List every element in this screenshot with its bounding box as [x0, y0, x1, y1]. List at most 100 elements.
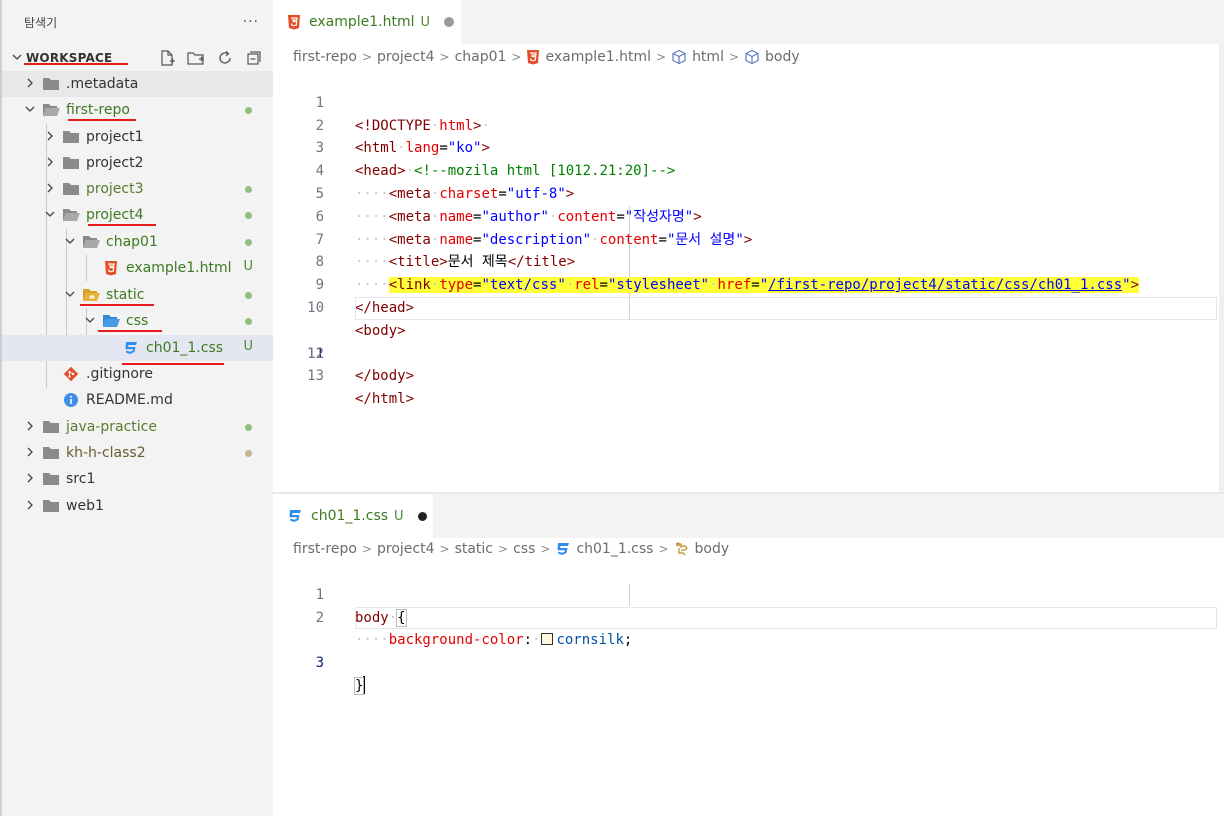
breadcrumb-item[interactable]: chap01	[455, 49, 507, 65]
tree-item-kh-h-class2[interactable]: kh-h-class2	[2, 440, 273, 466]
modified-dot-icon[interactable]	[417, 511, 427, 521]
css-file-icon	[122, 340, 140, 356]
code-line: 9 </head>	[273, 251, 1219, 316]
code-line: 2 ····background-color:· cornsilk;	[273, 584, 1219, 649]
modified-dot-icon[interactable]	[444, 17, 455, 27]
tree-item-label: project1	[86, 129, 144, 145]
breadcrumb-item[interactable]: first-repo	[293, 541, 357, 557]
code-line: 5 ····<meta·name="author"·content="작성자명"…	[273, 160, 1219, 225]
html-file-icon	[526, 49, 540, 65]
explorer-header: 탐색기 ···	[2, 0, 273, 44]
chevron-right-icon: >	[439, 50, 450, 64]
breadcrumb-item[interactable]: html	[692, 49, 724, 65]
annotation-underline	[88, 224, 156, 226]
workspace-header[interactable]: WORKSPACE	[2, 44, 273, 72]
code-line-current: 3 }	[273, 606, 1219, 695]
tree-item-metadata[interactable]: .metadata	[2, 71, 273, 97]
tree-item-src1[interactable]: src1	[2, 466, 273, 492]
chevron-right-icon: >	[728, 50, 740, 64]
tree-item-web1[interactable]: web1	[2, 493, 273, 519]
tree-item-ch01-css[interactable]: ch01_1.css U	[2, 335, 273, 361]
breadcrumb-item[interactable]: body	[765, 49, 800, 65]
git-status-dot	[245, 107, 252, 114]
tree-item-label: ch01_1.css	[146, 340, 224, 356]
folder-icon	[62, 155, 80, 171]
folder-icon	[42, 445, 60, 461]
css-folder-icon	[102, 313, 120, 329]
tree-item-example1-html[interactable]: example1.html U	[2, 255, 273, 281]
chevron-right-icon: >	[656, 50, 667, 64]
breadcrumb-item[interactable]: css	[513, 541, 535, 557]
current-line-highlight	[355, 296, 1217, 320]
breadcrumb-item[interactable]: first-repo	[293, 49, 357, 65]
refresh-icon[interactable]	[214, 48, 236, 68]
annotation-underline	[68, 119, 136, 121]
tab-example1-html[interactable]: example1.html U	[273, 0, 461, 44]
html-file-icon	[287, 14, 301, 30]
chevron-right-icon	[42, 156, 58, 171]
color-swatch[interactable]	[541, 633, 554, 646]
chevron-right-icon	[22, 499, 38, 514]
new-file-icon[interactable]	[156, 48, 178, 68]
more-actions-button[interactable]: ···	[243, 14, 259, 30]
breadcrumb-item[interactable]: body	[695, 541, 730, 557]
tree-item-label: src1	[66, 471, 96, 487]
code-text: </html>	[355, 391, 415, 408]
cube-icon	[671, 49, 687, 65]
html-code-editor[interactable]: 1 <!DOCTYPE·html>· 2 <html·lang="ko"> 3 …	[273, 69, 1219, 407]
tree-item-label: java-practice	[66, 419, 157, 435]
scrollbar[interactable]	[1219, 44, 1224, 492]
code-line: 2 <html·lang="ko">	[273, 92, 1219, 157]
tree-item-label: first-repo	[66, 102, 130, 118]
folder-icon	[42, 471, 60, 487]
tab-ch01-css[interactable]: ch01_1.css U	[273, 494, 433, 538]
current-line-highlight	[355, 606, 1217, 630]
code-line: 10 <body>	[273, 274, 1219, 339]
chevron-right-icon	[42, 182, 58, 197]
tree-item-label: project3	[86, 181, 144, 197]
breadcrumb-item[interactable]: project4	[377, 541, 435, 557]
breadcrumb-item[interactable]: ch01_1.css	[576, 541, 653, 557]
chevron-right-icon	[22, 472, 38, 487]
css-file-icon	[555, 541, 571, 557]
chevron-right-icon	[42, 130, 58, 145]
breadcrumb-item[interactable]: project4	[377, 49, 435, 65]
breadcrumb-item[interactable]: static	[455, 541, 493, 557]
code-line: 13 </html>	[273, 343, 1219, 407]
editor-tab-bar: example1.html U	[273, 0, 1224, 44]
explorer-title: 탐색기	[24, 15, 58, 30]
chevron-right-icon: >	[511, 50, 522, 64]
collapse-all-icon[interactable]	[243, 48, 265, 68]
tree-item-chap01[interactable]: chap01	[2, 229, 273, 255]
tree-item-project3[interactable]: project3	[2, 176, 273, 202]
line-number: 13	[307, 368, 324, 385]
chevron-right-icon: >	[439, 542, 450, 556]
chevron-down-icon	[42, 208, 58, 223]
folder-icon	[42, 76, 60, 92]
untracked-badge: U	[394, 508, 404, 524]
code-line: 7 ····<title>문서 제목</title>	[273, 206, 1219, 271]
annotation-underline	[98, 330, 162, 332]
git-icon	[62, 366, 80, 382]
css-file-icon	[287, 508, 303, 524]
tree-item-label: chap01	[106, 234, 158, 250]
tree-item-java-practice[interactable]: java-practice	[2, 414, 273, 440]
tree-item-project1[interactable]: project1	[2, 124, 273, 150]
breadcrumb-item[interactable]: example1.html	[545, 49, 651, 65]
tree-item-first-repo[interactable]: first-repo	[2, 97, 273, 123]
tree-item-label: static	[106, 287, 145, 303]
tree-item-project2[interactable]: project2	[2, 150, 273, 176]
breadcrumb: first-repo > project4 > static > css > c…	[293, 538, 729, 560]
text-cursor	[363, 675, 366, 694]
untracked-badge: U	[243, 259, 253, 274]
annotation-underline	[80, 304, 154, 306]
tree-item-readme[interactable]: README.md	[2, 387, 273, 413]
css-code-editor[interactable]: 1 body·{ 2 ····background-color:· cornsil…	[273, 561, 1219, 695]
code-text: </body>	[355, 368, 415, 385]
new-folder-icon[interactable]	[185, 48, 207, 68]
tab-label: ch01_1.css	[311, 508, 389, 524]
untracked-badge: U	[420, 14, 431, 30]
tree-item-label: project4	[86, 207, 144, 223]
untracked-badge: U	[243, 339, 253, 354]
folder-icon	[62, 129, 80, 145]
